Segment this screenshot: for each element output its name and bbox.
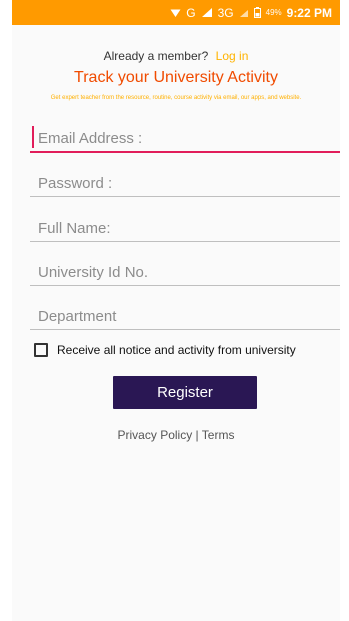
- page-subtitle: Get expert teacher from the resource, ro…: [50, 95, 302, 101]
- footer-links: Privacy Policy | Terms: [12, 428, 340, 442]
- full-name-placeholder: Full Name:: [38, 220, 111, 237]
- status-time: 9:22 PM: [286, 5, 332, 20]
- university-id-field[interactable]: University Id No.: [30, 256, 340, 286]
- department-placeholder: Department: [38, 308, 117, 325]
- notice-consent-label: Receive all notice and activity from uni…: [57, 343, 296, 357]
- notice-consent-row[interactable]: Receive all notice and activity from uni…: [34, 343, 334, 357]
- notice-consent-checkbox[interactable]: [34, 343, 48, 357]
- page-title: Track your University Activity: [74, 69, 278, 86]
- already-member-text: Already a member?: [103, 49, 209, 63]
- registration-form: Already a member? Log in Track your Univ…: [12, 25, 340, 621]
- battery-icon: [253, 7, 261, 18]
- full-name-field[interactable]: Full Name:: [30, 212, 340, 242]
- privacy-policy-link[interactable]: Privacy Policy: [118, 428, 193, 442]
- email-field[interactable]: Email Address :: [30, 123, 340, 153]
- signal-icon: [201, 7, 213, 18]
- wifi-icon: [170, 8, 181, 18]
- password-placeholder: Password :: [38, 175, 113, 192]
- terms-link[interactable]: Terms: [202, 428, 235, 442]
- footer-separator: |: [195, 428, 199, 442]
- register-button[interactable]: Register: [113, 376, 257, 409]
- battery-percentage: 49%: [265, 8, 282, 17]
- signal-icon: [239, 8, 249, 18]
- password-field[interactable]: Password :: [30, 167, 340, 197]
- network-letter: G: [186, 5, 196, 20]
- email-placeholder: Email Address :: [38, 130, 143, 147]
- department-field[interactable]: Department: [30, 300, 340, 330]
- login-prompt: Already a member? Log in: [12, 49, 340, 63]
- login-link[interactable]: Log in: [216, 49, 249, 63]
- app-screen: G 3G 49% 9:22 PM Already a member? Log i…: [12, 0, 340, 621]
- status-bar: G 3G 49% 9:22 PM: [12, 0, 340, 25]
- network-3g: 3G: [217, 5, 234, 20]
- university-id-placeholder: University Id No.: [38, 264, 149, 281]
